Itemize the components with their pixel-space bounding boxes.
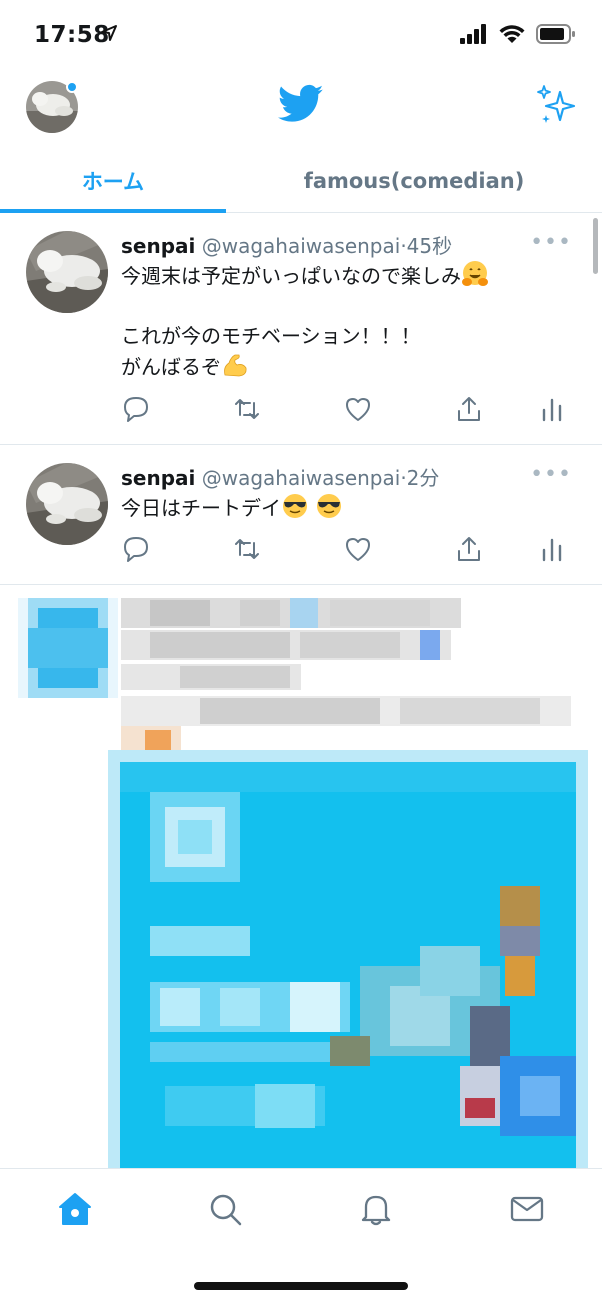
timeline-tabs: ホーム famous(comedian): [0, 150, 602, 213]
display-name[interactable]: senpai: [121, 234, 195, 258]
more-options-icon[interactable]: •••: [530, 462, 572, 487]
pixelated-image: [18, 598, 588, 1168]
reply-icon[interactable]: [121, 534, 151, 564]
status-icons: [460, 24, 576, 44]
share-icon[interactable]: [454, 394, 484, 424]
tweet[interactable]: senpai @wagahaiwasenpai·2分 ••• 今日はチートデイ: [0, 446, 602, 585]
status-time: 17:58: [34, 22, 110, 48]
tweet[interactable]: senpai @wagahaiwasenpai·45秒 ••• 今週末は予定がい…: [0, 214, 602, 445]
share-icon[interactable]: [454, 534, 484, 564]
flexed-biceps-emoji: [224, 354, 247, 377]
tweet-header: senpai @wagahaiwasenpai·2分: [121, 462, 439, 491]
tweet-actions: [121, 394, 571, 424]
wifi-icon: [499, 25, 525, 43]
twitter-bird-icon[interactable]: [278, 84, 324, 124]
location-arrow-icon: [101, 25, 117, 41]
tweet-line: 今週末は予定がいっぱいなので楽しみ: [121, 264, 461, 288]
tweet-line: がんばるぞ: [121, 355, 221, 379]
scrollbar[interactable]: [593, 218, 598, 274]
cellular-signal-icon: [460, 24, 486, 44]
timestamp[interactable]: 2分: [407, 466, 440, 490]
search-icon[interactable]: [207, 1191, 243, 1227]
avatar[interactable]: [26, 463, 108, 545]
retweet-icon[interactable]: [232, 534, 262, 564]
more-options-icon[interactable]: •••: [530, 230, 572, 255]
tab-famous-comedian[interactable]: famous(comedian): [226, 150, 602, 212]
home-indicator: [194, 1282, 408, 1290]
display-name[interactable]: senpai: [121, 466, 195, 490]
sparkle-icon[interactable]: [536, 84, 578, 126]
tweet-line: これが今のモチベーション！！！: [121, 324, 421, 348]
retweet-icon[interactable]: [232, 394, 262, 424]
obscured-tweet[interactable]: [0, 586, 602, 1168]
tweet-text: 今日はチートデイ: [121, 492, 343, 523]
tab-home[interactable]: ホーム: [0, 150, 226, 213]
like-icon[interactable]: [343, 394, 373, 424]
notification-dot: [66, 81, 78, 93]
bottom-nav: [0, 1168, 602, 1303]
analytics-icon[interactable]: [537, 534, 567, 564]
status-bar: 17:58: [0, 0, 602, 72]
analytics-icon[interactable]: [537, 394, 567, 424]
user-handle[interactable]: @wagahaiwasenpai: [202, 234, 401, 258]
tweet-header: senpai @wagahaiwasenpai·45秒: [121, 230, 452, 259]
tweet-text: 今週末は予定がいっぱいなので楽しみ これが今のモチベーション！！！ がんばるぞ: [121, 260, 489, 382]
home-icon[interactable]: [57, 1191, 93, 1227]
mail-icon[interactable]: [509, 1191, 545, 1227]
tweet-actions: [121, 534, 571, 564]
app-header: [0, 72, 602, 150]
reply-icon[interactable]: [121, 394, 151, 424]
hugging-face-emoji: [462, 261, 488, 286]
bell-icon[interactable]: [358, 1191, 394, 1227]
timestamp[interactable]: 45秒: [407, 234, 452, 258]
user-handle[interactable]: @wagahaiwasenpai: [202, 466, 401, 490]
tweet-line: 今日はチートデイ: [121, 496, 281, 520]
sunglasses-emoji: [317, 494, 342, 518]
battery-icon: [536, 24, 575, 44]
sunglasses-emoji: [283, 494, 307, 518]
like-icon[interactable]: [343, 534, 373, 564]
avatar[interactable]: [26, 231, 108, 313]
